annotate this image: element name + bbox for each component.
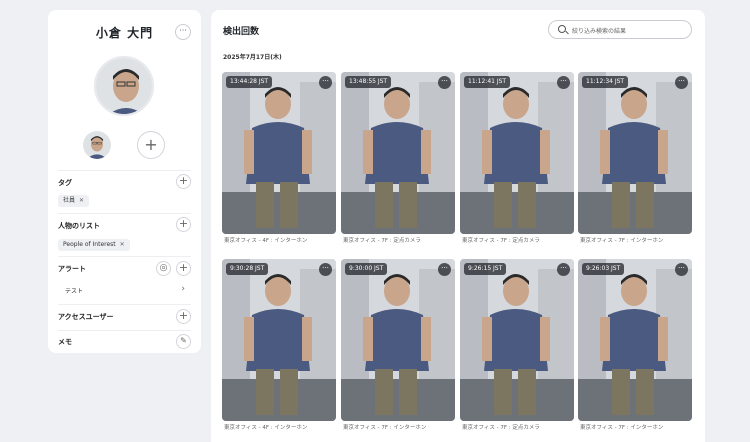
alert-item[interactable]: テスト › bbox=[58, 284, 191, 296]
divider bbox=[58, 170, 191, 171]
person-profile-panel: 小倉 大門 ··· + タグ + 社員 ✕ 人物のリスト + People of … bbox=[48, 10, 201, 353]
tag-chip-label: 社員 bbox=[63, 197, 76, 204]
detection-card[interactable]: 11:12:41 JST ··· 東京オフィス - 7F : 定点カメラ bbox=[460, 72, 574, 244]
detection-thumbnail[interactable] bbox=[341, 259, 455, 421]
remove-list-icon[interactable]: ✕ bbox=[120, 241, 125, 248]
alert-settings-button[interactable]: ◎ bbox=[156, 261, 171, 276]
list-chip-label: People of Interest bbox=[63, 241, 116, 248]
detection-location: 東京オフィス - 7F : インターホン bbox=[580, 425, 664, 431]
card-more-icon[interactable]: ··· bbox=[675, 76, 688, 89]
divider bbox=[58, 213, 191, 214]
detection-card[interactable]: 9:26:03 JST ··· 東京オフィス - 7F : インターホン bbox=[578, 259, 692, 431]
detection-card[interactable]: 9:30:28 JST ··· 東京オフィス - 4F : インターホン bbox=[222, 259, 336, 431]
search-icon bbox=[558, 25, 566, 33]
search-placeholder: 絞り込み検索の結果 bbox=[572, 28, 627, 35]
access-users-title: アクセスユーザー bbox=[58, 313, 114, 321]
detections-panel: 検出回数 絞り込み検索の結果 2025年7月17日(木) 13:44:28 JS… bbox=[211, 10, 705, 442]
detection-thumbnail[interactable] bbox=[341, 72, 455, 234]
detection-location: 東京オフィス - 7F : インターホン bbox=[343, 425, 427, 431]
divider bbox=[58, 330, 191, 331]
profile-more-button[interactable]: ··· bbox=[175, 24, 191, 40]
divider bbox=[58, 304, 191, 305]
detection-timestamp: 9:30:28 JST bbox=[226, 263, 269, 275]
detection-thumbnail[interactable] bbox=[578, 72, 692, 234]
memo-title: メモ bbox=[58, 338, 72, 346]
search-input[interactable]: 絞り込み検索の結果 bbox=[548, 20, 692, 39]
card-more-icon[interactable]: ··· bbox=[319, 263, 332, 276]
detection-timestamp: 9:26:15 JST bbox=[464, 263, 507, 275]
add-photo-button[interactable]: + bbox=[137, 131, 165, 159]
card-more-icon[interactable]: ··· bbox=[438, 263, 451, 276]
detection-card[interactable]: 13:44:28 JST ··· 東京オフィス - 4F : インターホン bbox=[222, 72, 336, 244]
detection-thumbnail[interactable] bbox=[578, 259, 692, 421]
lists-section: 人物のリスト + People of Interest ✕ bbox=[58, 217, 191, 253]
detection-location: 東京オフィス - 7F : インターホン bbox=[580, 238, 664, 244]
detections-title: 検出回数 bbox=[223, 27, 260, 37]
add-alert-button[interactable]: + bbox=[176, 261, 191, 276]
alerts-title: アラート bbox=[58, 265, 86, 273]
detection-location: 東京オフィス - 7F : 定点カメラ bbox=[462, 425, 540, 431]
alerts-section: アラート ◎ + テスト › bbox=[58, 260, 191, 300]
detection-thumbnail[interactable] bbox=[222, 259, 336, 421]
detection-thumbnail[interactable] bbox=[460, 72, 574, 234]
alert-item-label: テスト bbox=[65, 288, 84, 295]
detection-timestamp: 11:12:41 JST bbox=[464, 76, 511, 88]
card-more-icon[interactable]: ··· bbox=[557, 263, 570, 276]
add-tag-button[interactable]: + bbox=[176, 174, 191, 189]
detection-location: 東京オフィス - 7F : 定点カメラ bbox=[462, 238, 540, 244]
detection-thumbnail[interactable] bbox=[222, 72, 336, 234]
tags-title: タグ bbox=[58, 179, 72, 187]
detection-timestamp: 13:44:28 JST bbox=[226, 76, 273, 88]
remove-tag-icon[interactable]: ✕ bbox=[79, 197, 84, 204]
detection-timestamp: 13:48:55 JST bbox=[345, 76, 392, 88]
date-heading: 2025年7月17日(木) bbox=[223, 54, 282, 61]
detection-location: 東京オフィス - 7F : 定点カメラ bbox=[343, 238, 421, 244]
add-list-button[interactable]: + bbox=[176, 217, 191, 232]
detection-card[interactable]: 11:12:34 JST ··· 東京オフィス - 7F : インターホン bbox=[578, 72, 692, 244]
detection-timestamp: 9:30:00 JST bbox=[345, 263, 388, 275]
tags-section: タグ + 社員 ✕ bbox=[58, 174, 191, 210]
detection-timestamp: 9:26:03 JST bbox=[582, 263, 625, 275]
detection-location: 東京オフィス - 4F : インターホン bbox=[224, 425, 308, 431]
list-chip: People of Interest ✕ bbox=[58, 239, 130, 251]
sub-avatar[interactable] bbox=[83, 131, 111, 159]
detection-card[interactable]: 9:26:15 JST ··· 東京オフィス - 7F : 定点カメラ bbox=[460, 259, 574, 431]
detection-timestamp: 11:12:34 JST bbox=[582, 76, 629, 88]
detection-card[interactable]: 9:30:00 JST ··· 東京オフィス - 7F : インターホン bbox=[341, 259, 455, 431]
add-access-user-button[interactable]: + bbox=[176, 309, 191, 324]
access-users-section: アクセスユーザー + bbox=[58, 308, 191, 328]
chevron-right-icon: › bbox=[181, 284, 185, 294]
detection-card[interactable]: 13:48:55 JST ··· 東京オフィス - 7F : 定点カメラ bbox=[341, 72, 455, 244]
card-more-icon[interactable]: ··· bbox=[557, 76, 570, 89]
main-avatar[interactable] bbox=[94, 56, 154, 116]
divider bbox=[58, 256, 191, 257]
edit-memo-button[interactable]: ✎ bbox=[176, 334, 191, 349]
card-more-icon[interactable]: ··· bbox=[438, 76, 451, 89]
card-more-icon[interactable]: ··· bbox=[319, 76, 332, 89]
detection-thumbnail[interactable] bbox=[460, 259, 574, 421]
tag-chip: 社員 ✕ bbox=[58, 195, 90, 207]
card-more-icon[interactable]: ··· bbox=[675, 263, 688, 276]
lists-title: 人物のリスト bbox=[58, 222, 100, 230]
memo-section: メモ ✎ bbox=[58, 333, 191, 353]
detection-location: 東京オフィス - 4F : インターホン bbox=[224, 238, 308, 244]
